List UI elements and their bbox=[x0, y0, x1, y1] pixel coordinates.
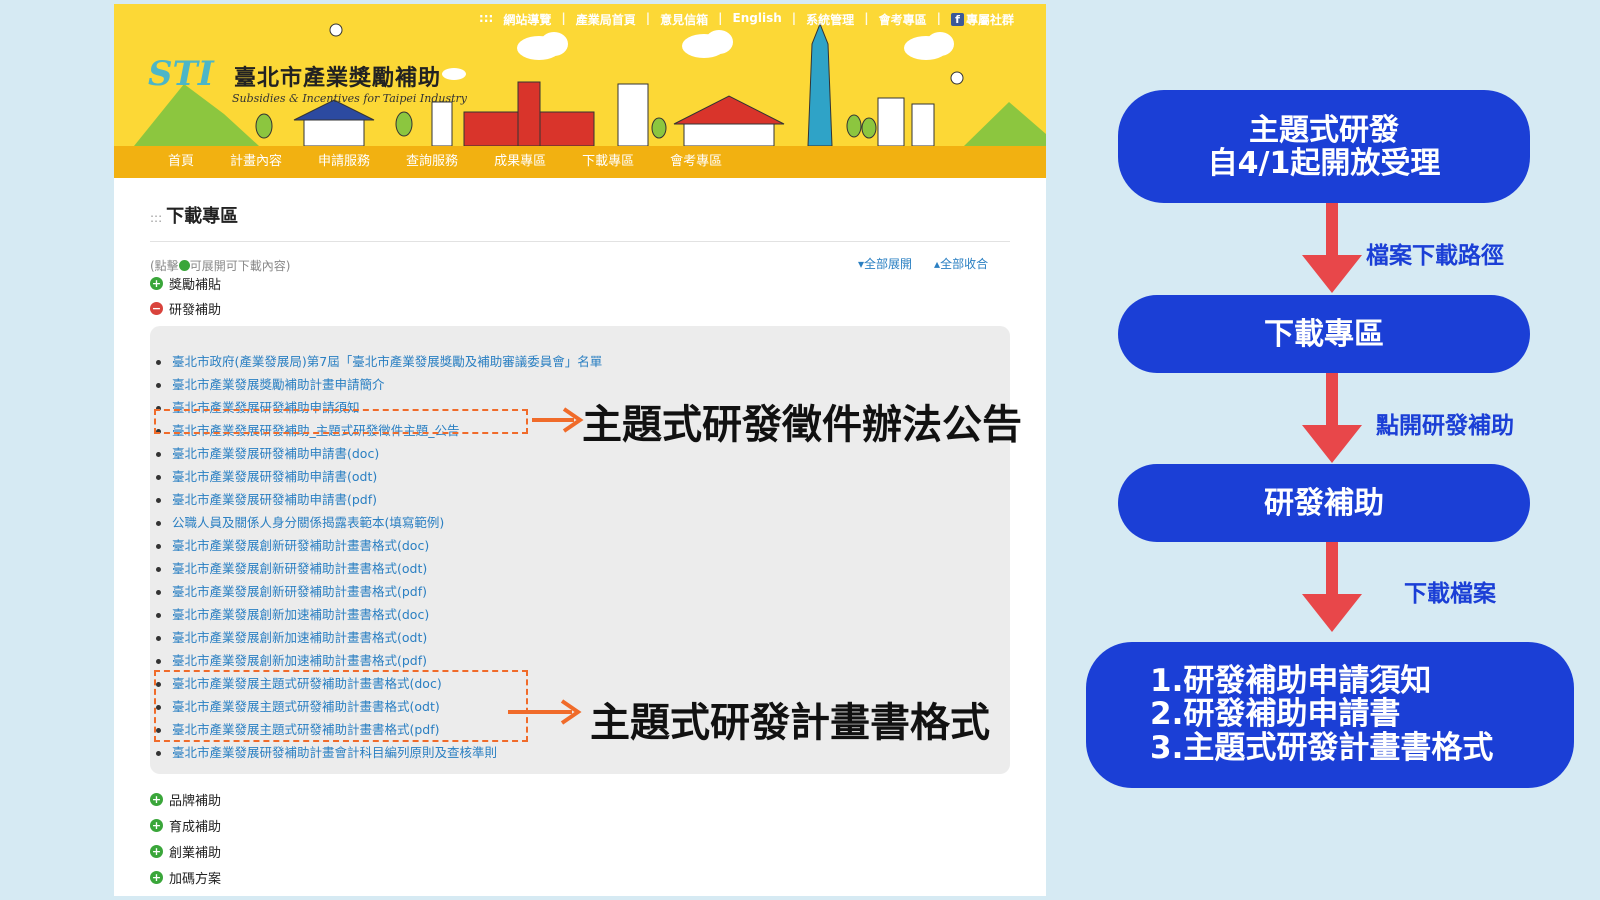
nav-exam[interactable]: 會考專區 bbox=[652, 146, 740, 178]
flow-step-line: 主題式研發 bbox=[1249, 112, 1399, 148]
divider: | bbox=[561, 11, 566, 25]
top-link-sitemap[interactable]: 網站導覽 bbox=[503, 11, 551, 28]
site-banner: ::: 網站導覽 | 產業局首頁 | 意見信箱 | English | 系統管理… bbox=[114, 4, 1046, 146]
flow-label-download-files: 下載檔案 bbox=[1404, 581, 1496, 607]
collapse-all-label: 全部收合 bbox=[940, 257, 989, 271]
nav-home[interactable]: 首頁 bbox=[150, 146, 212, 178]
category-startup[interactable]: + 創業補助 bbox=[150, 842, 221, 861]
divider bbox=[150, 241, 1010, 242]
flow-step-rnd-subsidy: 研發補助 bbox=[1118, 464, 1530, 542]
flow-step-files-list: 1.研發補助申請須知 2.研發補助申請書 3.主題式研發計畫書格式 bbox=[1086, 642, 1574, 788]
minus-icon: − bbox=[150, 302, 163, 315]
nav-apply-service[interactable]: 申請服務 bbox=[300, 146, 388, 178]
top-links-prefix: ::: bbox=[478, 11, 494, 25]
highlight-box-announcement bbox=[154, 409, 528, 434]
flow-file-item: 1.研發補助申請須知 bbox=[1150, 662, 1432, 699]
plus-icon: + bbox=[150, 845, 163, 858]
callout-announcement: 主題式研發徵件辦法公告 bbox=[582, 402, 1022, 448]
document-link[interactable]: 臺北市產業發展研發補助申請書(odt) bbox=[156, 465, 602, 488]
document-link[interactable]: 臺北市產業發展創新加速補助計畫書格式(pdf) bbox=[156, 649, 602, 672]
flow-step-line: 自4/1起開放受理 bbox=[1207, 145, 1441, 181]
nav-results[interactable]: 成果專區 bbox=[476, 146, 564, 178]
flow-label-open-rnd: 點開研發補助 bbox=[1376, 413, 1514, 439]
top-link-feedback[interactable]: 意見信箱 bbox=[660, 11, 708, 28]
plus-icon: + bbox=[150, 793, 163, 806]
top-link-bureau-home[interactable]: 產業局首頁 bbox=[576, 11, 636, 28]
document-link[interactable]: 臺北市政府(產業發展局)第7屆「臺北市產業發展獎勵及補助審議委員會」名單 bbox=[156, 350, 602, 373]
document-link[interactable]: 臺北市產業發展研發補助申請書(doc) bbox=[156, 442, 602, 465]
divider: | bbox=[718, 11, 723, 25]
category-label: 品牌補助 bbox=[169, 794, 222, 809]
expand-all-label: 全部展開 bbox=[864, 257, 913, 271]
top-link-exam[interactable]: 會考專區 bbox=[879, 11, 927, 28]
flow-label-download-path: 檔案下載路徑 bbox=[1366, 243, 1504, 269]
down-arrow-icon bbox=[1302, 542, 1362, 632]
hint-text-end: 可展開可下載內容) bbox=[189, 259, 291, 273]
social-label: 專屬社群 bbox=[965, 13, 1014, 27]
document-link[interactable]: 公職人員及關係人身分關係揭露表範本(填寫範例) bbox=[156, 511, 602, 534]
divider: | bbox=[936, 11, 941, 25]
nav-downloads[interactable]: 下載專區 bbox=[564, 146, 652, 178]
category-label: 研發補助 bbox=[169, 303, 222, 318]
main-navigation: 首頁 計畫內容 申請服務 查詢服務 成果專區 下載專區 會考專區 bbox=[114, 146, 1046, 178]
site-logo-title[interactable]: 臺北市產業獎勵補助 bbox=[234, 60, 441, 92]
plus-icon: + bbox=[150, 819, 163, 832]
document-link[interactable]: 臺北市產業發展研發補助計畫會計科目編列原則及查核準則 bbox=[156, 741, 602, 764]
page-title-text: 下載專區 bbox=[166, 206, 239, 227]
plus-icon bbox=[178, 260, 190, 271]
document-link[interactable]: 臺北市產業發展創新研發補助計畫書格式(pdf) bbox=[156, 580, 602, 603]
document-link[interactable]: 臺北市產業發展創新加速補助計畫書格式(odt) bbox=[156, 626, 602, 649]
top-link-english[interactable]: English bbox=[733, 11, 782, 28]
collapse-all-button[interactable]: ▴全部收合 bbox=[934, 255, 988, 272]
document-link[interactable]: 臺北市產業發展創新研發補助計畫書格式(doc) bbox=[156, 534, 602, 557]
page-title-prefix: ::: bbox=[150, 211, 163, 225]
plus-icon: + bbox=[150, 277, 163, 290]
flow-step-line: 下載專區 bbox=[1264, 316, 1384, 352]
facebook-icon: f bbox=[950, 13, 964, 26]
category-incubation[interactable]: + 育成補助 bbox=[150, 816, 221, 835]
hint-text: (點擊 bbox=[150, 259, 179, 273]
category-label: 育成補助 bbox=[169, 820, 222, 835]
top-utility-links: ::: 網站導覽 | 產業局首頁 | 意見信箱 | English | 系統管理… bbox=[479, 11, 1014, 28]
category-label: 加碼方案 bbox=[169, 872, 222, 887]
category-rewards[interactable]: + 獎勵補貼 bbox=[150, 274, 221, 293]
category-label: 獎勵補貼 bbox=[169, 278, 222, 293]
callout-plan-format: 主題式研發計畫書格式 bbox=[590, 700, 990, 746]
document-link[interactable]: 臺北市產業發展創新研發補助計畫書格式(odt) bbox=[156, 557, 602, 580]
top-link-social[interactable]: f 專屬社群 bbox=[950, 11, 1014, 28]
flow-file-item: 2.研發補助申請書 bbox=[1150, 696, 1401, 733]
highlight-box-plan-format bbox=[154, 670, 528, 742]
category-label: 創業補助 bbox=[169, 846, 222, 861]
down-arrow-icon bbox=[1302, 373, 1362, 463]
flow-step-download-area: 下載專區 bbox=[1118, 295, 1530, 373]
divider: | bbox=[645, 11, 651, 25]
callout-arrow-icon bbox=[508, 699, 582, 725]
document-link[interactable]: 臺北市產業發展創新加速補助計畫書格式(doc) bbox=[156, 603, 602, 626]
category-rnd[interactable]: − 研發補助 bbox=[150, 299, 221, 318]
plus-icon: + bbox=[150, 871, 163, 884]
flow-step-line: 研發補助 bbox=[1264, 485, 1384, 521]
page-title: ::: 下載專區 bbox=[150, 202, 238, 228]
divider: | bbox=[864, 11, 869, 25]
site-logo-subtitle: Subsidies & Incentives for Taipei Indust… bbox=[232, 92, 467, 105]
top-link-admin[interactable]: 系統管理 bbox=[806, 11, 854, 28]
divider: | bbox=[791, 11, 797, 25]
expand-hint: (點擊 可展開可下載內容) bbox=[150, 257, 290, 274]
category-brand[interactable]: + 品牌補助 bbox=[150, 790, 221, 809]
document-link[interactable]: 臺北市產業發展研發補助申請書(pdf) bbox=[156, 488, 602, 511]
callout-arrow-icon bbox=[532, 407, 584, 433]
nav-plan-content[interactable]: 計畫內容 bbox=[212, 146, 300, 178]
flow-file-item: 3.主題式研發計畫書格式 bbox=[1150, 729, 1494, 766]
nav-query-service[interactable]: 查詢服務 bbox=[388, 146, 476, 178]
down-arrow-icon bbox=[1302, 203, 1362, 293]
site-logo-mark[interactable]: STI bbox=[148, 54, 214, 94]
document-link[interactable]: 臺北市產業發展獎勵補助計畫申請簡介 bbox=[156, 373, 602, 396]
flow-step-open-date: 主題式研發 自4/1起開放受理 bbox=[1118, 90, 1530, 203]
expand-all-button[interactable]: ▾全部展開 bbox=[858, 255, 912, 272]
category-bonus[interactable]: + 加碼方案 bbox=[150, 868, 221, 887]
expand-controls: ▾全部展開 ▴全部收合 bbox=[858, 255, 988, 272]
website-screenshot: ::: 網站導覽 | 產業局首頁 | 意見信箱 | English | 系統管理… bbox=[114, 4, 1046, 896]
